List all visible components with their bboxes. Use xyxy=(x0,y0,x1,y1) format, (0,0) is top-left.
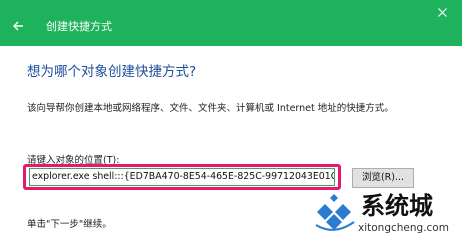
wizard-description: 该向导帮你创建本地或网络程序、文件、文件夹、计算机或 Internet 地址的快… xyxy=(27,103,394,114)
watermark-name: 系统城 xyxy=(361,192,433,220)
title-bar: 创建快捷方式 xyxy=(0,0,462,46)
browse-button[interactable]: 浏览(R)... xyxy=(352,168,414,188)
window-title: 创建快捷方式 xyxy=(46,20,112,33)
page-heading: 想为哪个对象创建快捷方式? xyxy=(27,64,197,80)
next-hint: 单击"下一步"继续。 xyxy=(27,219,112,230)
close-button[interactable] xyxy=(422,0,462,26)
back-arrow-icon[interactable] xyxy=(12,20,24,32)
windows-logo-icon xyxy=(315,194,355,231)
location-input[interactable]: explorer.exe shell:::{ED7BA470-8E54-465E… xyxy=(29,168,335,186)
close-icon xyxy=(438,8,447,17)
watermark-url: xitongcheng.com xyxy=(358,222,449,234)
